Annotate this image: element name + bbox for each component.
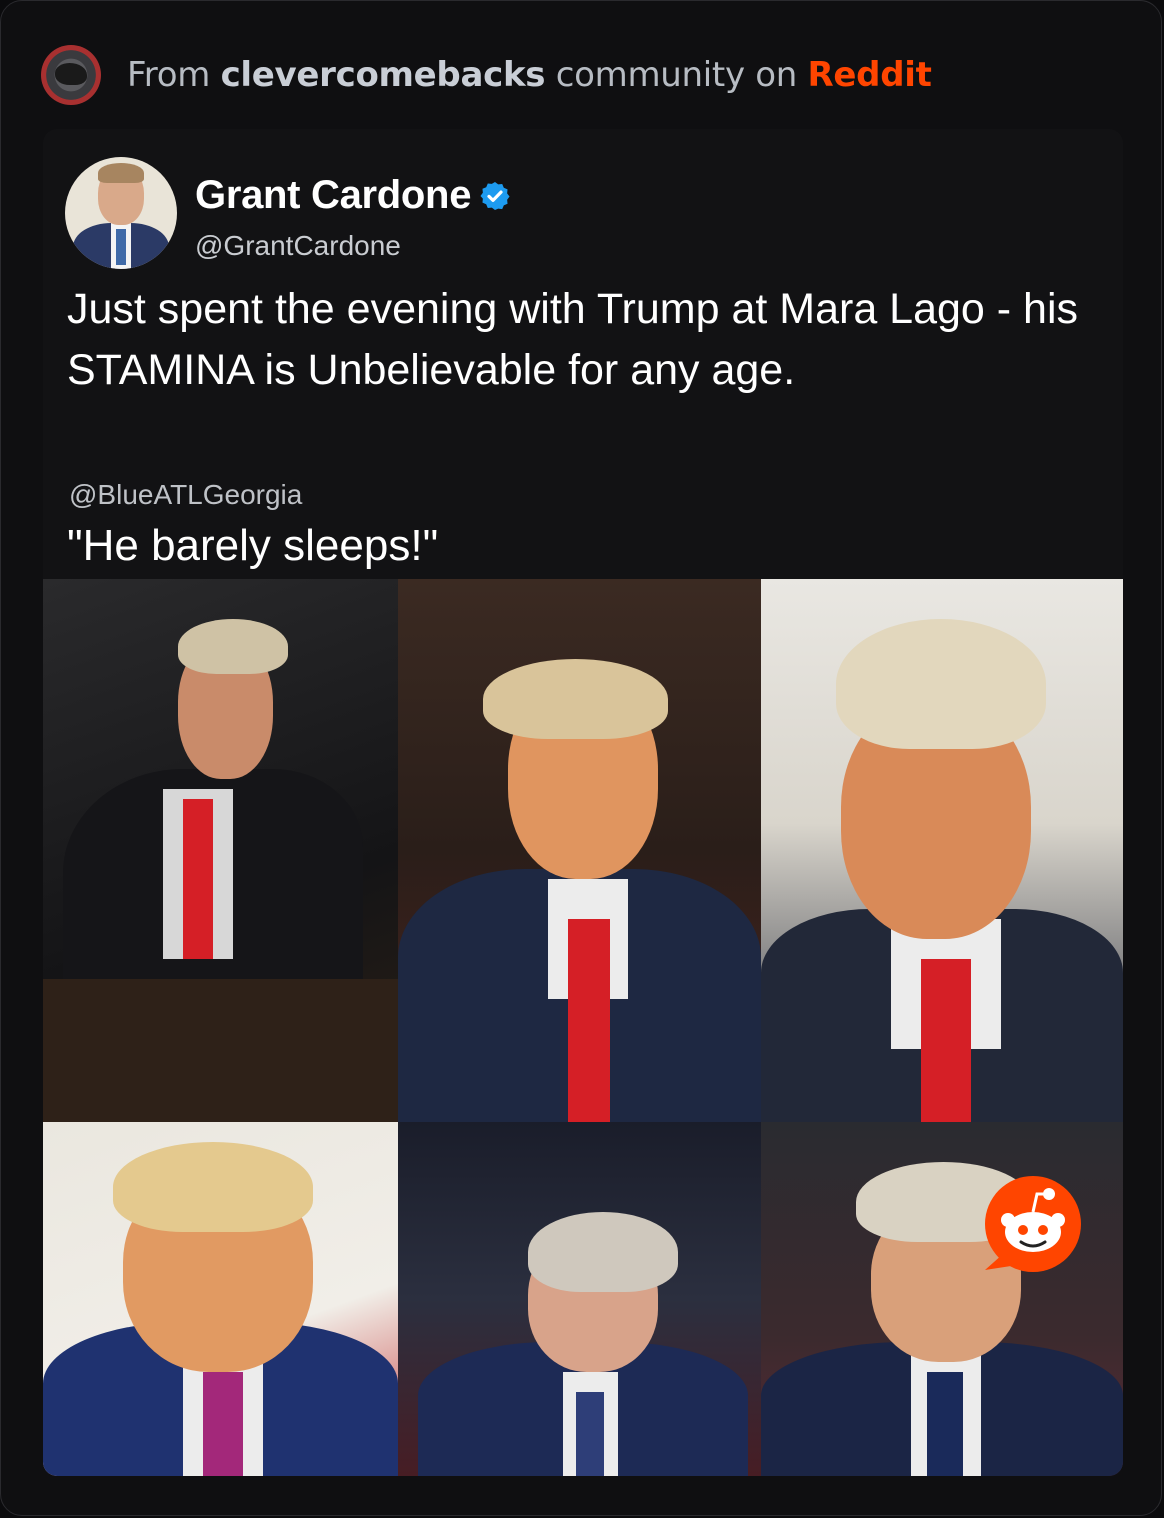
source-middle: community on [555, 55, 798, 95]
author-handle[interactable]: @GrantCardone [195, 230, 511, 262]
source-prefix: From [127, 55, 211, 95]
photo-3[interactable] [761, 579, 1123, 1122]
verified-badge-icon [480, 181, 510, 210]
post-card: Grant Cardone @GrantCardone Just spent t… [43, 129, 1123, 1476]
community-name[interactable]: clevercomebacks [221, 55, 546, 95]
source-bar[interactable]: From clevercomebacks community on Reddit [41, 45, 932, 105]
author-row[interactable]: Grant Cardone @GrantCardone [65, 157, 511, 269]
photo-2[interactable] [398, 579, 761, 1122]
avatar[interactable] [65, 157, 177, 269]
author-names: Grant Cardone @GrantCardone [195, 157, 511, 269]
reddit-snoo-icon [985, 1176, 1081, 1272]
platform-name[interactable]: Reddit [808, 55, 932, 95]
source-text: From clevercomebacks community on Reddit [127, 55, 932, 95]
reply-text: "He barely sleeps!" [67, 521, 439, 570]
screenshot-frame: From clevercomebacks community on Reddit… [0, 0, 1162, 1516]
photo-1[interactable] [43, 579, 398, 1122]
photo-4[interactable] [43, 1122, 398, 1476]
photo-5[interactable] [398, 1122, 761, 1476]
reply-handle[interactable]: @BlueATLGeorgia [69, 479, 302, 511]
author-display-name[interactable]: Grant Cardone [195, 173, 511, 218]
tweet-text: Just spent the evening with Trump at Mar… [67, 285, 1079, 394]
photo-grid[interactable] [43, 579, 1123, 1476]
community-avatar-icon [41, 45, 101, 105]
author-name: Grant Cardone [195, 173, 472, 217]
